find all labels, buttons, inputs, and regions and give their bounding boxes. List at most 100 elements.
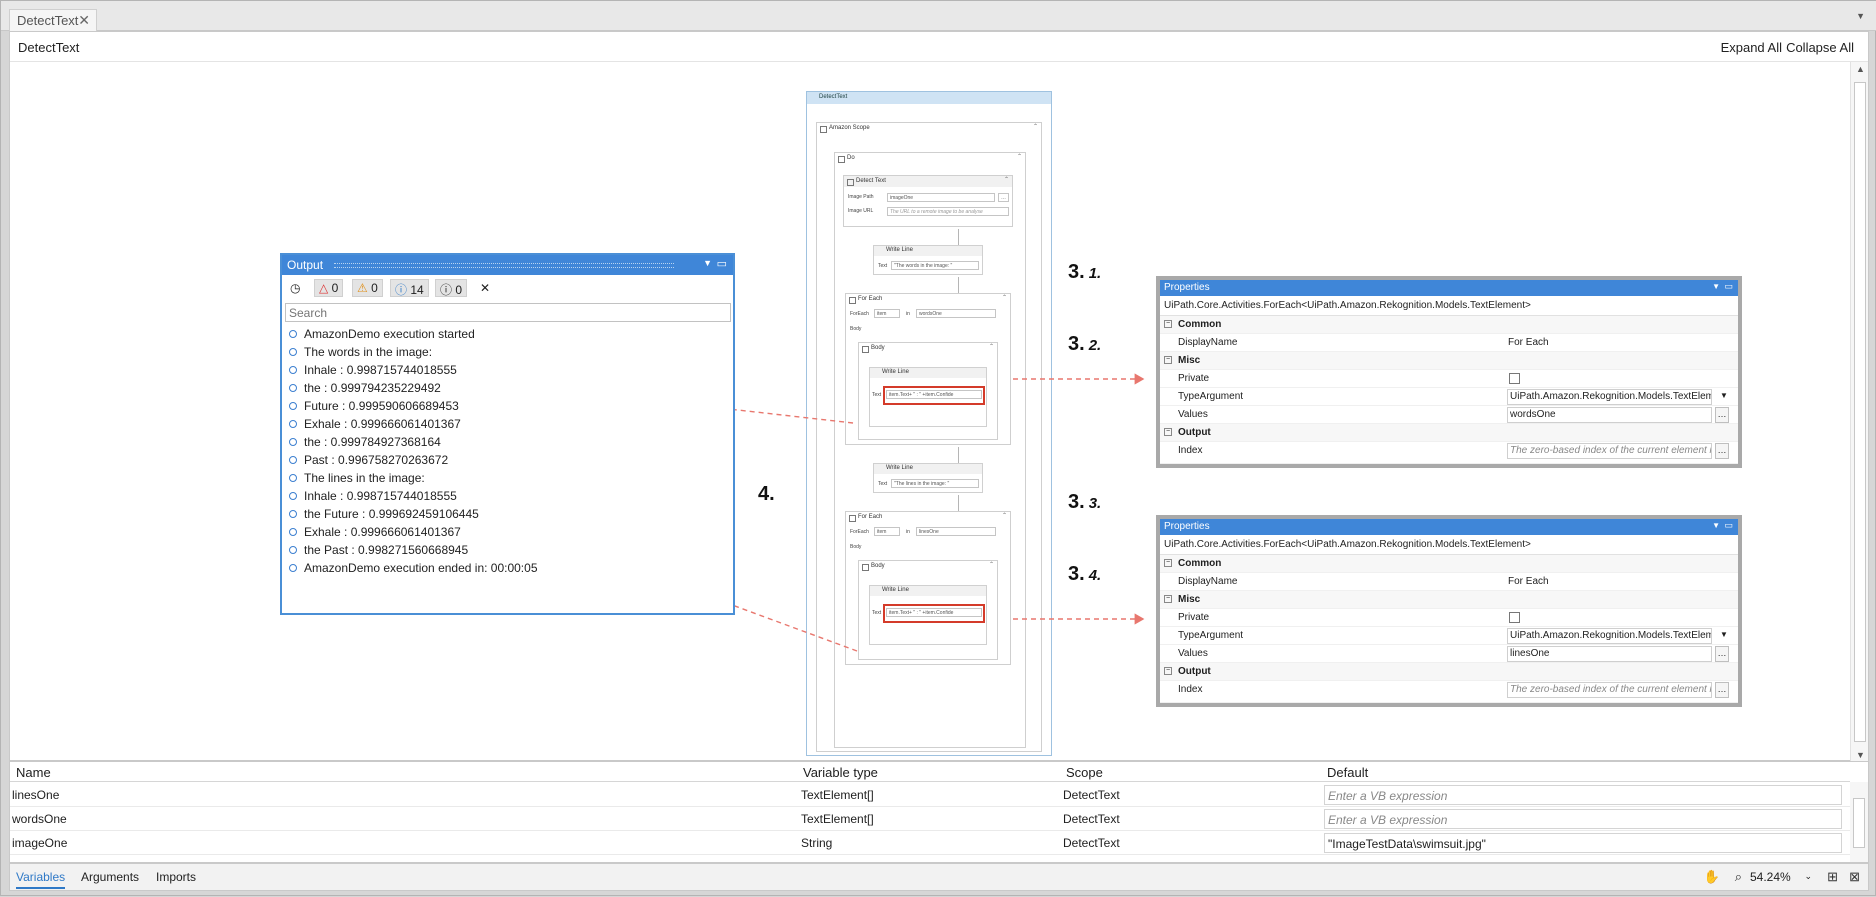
- collapse-toggle-icon[interactable]: −: [1164, 428, 1172, 436]
- collapse-toggle-icon[interactable]: −: [1164, 356, 1172, 364]
- index-input[interactable]: The zero-based index of the current elem…: [1507, 443, 1712, 459]
- log-line[interactable]: the Past : 0.998271560668945: [285, 541, 731, 559]
- variable-name[interactable]: imageOne: [12, 836, 67, 850]
- expand-all-button[interactable]: Expand All: [1721, 40, 1782, 55]
- log-line[interactable]: The lines in the image:: [285, 469, 731, 487]
- variable-scope[interactable]: DetectText: [1063, 812, 1120, 826]
- variable-default-input[interactable]: Enter a VB expression: [1324, 809, 1842, 829]
- collapse-toggle-icon[interactable]: −: [1164, 595, 1172, 603]
- properties-title-bar[interactable]: Properties ▼ ▭: [1160, 519, 1738, 535]
- overview-icon[interactable]: ⊠: [1849, 869, 1860, 885]
- collapse-icon[interactable]: ⌃: [989, 561, 994, 568]
- category-output[interactable]: − Output: [1160, 663, 1738, 681]
- chevron-down-icon[interactable]: ▼: [1720, 391, 1728, 400]
- write-line-activity[interactable]: Write Line Text "The words in the image:…: [873, 245, 983, 275]
- workflow-sequence[interactable]: DetectText Amazon Scope ⌃ Do ⌃ Detect Text…: [806, 91, 1052, 756]
- write-line-text-field[interactable]: "The words in the image: ": [891, 261, 979, 270]
- ellipsis-button[interactable]: …: [1715, 407, 1729, 423]
- values-input[interactable]: linesOne: [1507, 646, 1712, 662]
- collapse-icon[interactable]: ⌃: [1017, 153, 1022, 160]
- variable-name[interactable]: linesOne: [12, 788, 59, 802]
- amazon-scope[interactable]: Amazon Scope ⌃ Do ⌃ Detect Text ⌃ Image Pat…: [816, 122, 1042, 752]
- clock-icon[interactable]: ◷: [285, 279, 305, 297]
- log-line[interactable]: Past : 0.996758270263672: [285, 451, 731, 469]
- properties-panel-words[interactable]: Properties ▼ ▭ UiPath.Core.Activities.ForE…: [1156, 276, 1742, 468]
- variable-default-input[interactable]: "ImageTestData\swimsuit.jpg": [1324, 833, 1842, 853]
- item-field[interactable]: item: [874, 309, 900, 318]
- image-path-field[interactable]: imageOne: [887, 193, 995, 202]
- info-filter-button[interactable]: ⓘ 14: [390, 279, 429, 297]
- variable-type[interactable]: String: [801, 836, 832, 850]
- values-input[interactable]: wordsOne: [1507, 407, 1712, 423]
- variable-scope[interactable]: DetectText: [1063, 836, 1120, 850]
- collapse-icon[interactable]: ⌃: [1033, 123, 1038, 130]
- variable-row[interactable]: linesOne TextElement[] DetectText Enter …: [10, 783, 1850, 807]
- column-header-name[interactable]: Name: [16, 765, 51, 780]
- body-sequence[interactable]: Body ⌃ Write Line Text item.Text+ " : " +…: [858, 342, 998, 440]
- private-checkbox[interactable]: [1509, 373, 1520, 384]
- trace-filter-button[interactable]: ⓘ 0: [435, 279, 468, 297]
- chevron-down-icon[interactable]: ▼: [1720, 630, 1728, 639]
- item-field[interactable]: item: [874, 527, 900, 536]
- variable-scope[interactable]: DetectText: [1063, 788, 1120, 802]
- collapse-all-button[interactable]: Collapse All: [1786, 40, 1854, 55]
- variable-row[interactable]: imageOne String DetectText "ImageTestDat…: [10, 831, 1850, 855]
- tab-variables[interactable]: Variables: [16, 870, 66, 889]
- category-misc[interactable]: − Misc: [1160, 352, 1738, 370]
- fit-to-screen-icon[interactable]: ⊞: [1827, 869, 1838, 885]
- errors-filter-button[interactable]: △ 0: [314, 279, 344, 297]
- variable-type[interactable]: TextElement[]: [801, 788, 874, 802]
- log-line[interactable]: Exhale : 0.999666061401367: [285, 523, 731, 541]
- dropdown-icon[interactable]: ▼: [1712, 521, 1720, 530]
- ellipsis-button[interactable]: …: [1715, 443, 1729, 459]
- log-line[interactable]: Inhale : 0.998715744018555: [285, 487, 731, 505]
- designer-scrollbar[interactable]: ▲ ▼: [1850, 62, 1868, 762]
- write-line-text-field[interactable]: "The lines in the image: ": [891, 479, 979, 488]
- variable-row[interactable]: wordsOne TextElement[] DetectText Enter …: [10, 807, 1850, 831]
- drag-grip[interactable]: [334, 263, 674, 268]
- display-name-value[interactable]: For Each: [1508, 576, 1712, 587]
- dropdown-icon[interactable]: ▼: [703, 258, 712, 268]
- log-line[interactable]: the : 0.999794235229492: [285, 379, 731, 397]
- browse-button[interactable]: …: [998, 193, 1009, 202]
- variables-scrollbar[interactable]: [1850, 782, 1868, 862]
- collapse-icon[interactable]: ⌃: [989, 343, 994, 350]
- ellipsis-button[interactable]: …: [1715, 682, 1729, 698]
- output-search-input[interactable]: [285, 303, 731, 322]
- log-line[interactable]: the Future : 0.999692459106445: [285, 505, 731, 523]
- log-line[interactable]: AmazonDemo execution started: [285, 325, 731, 343]
- collapse-toggle-icon[interactable]: −: [1164, 559, 1172, 567]
- maximize-icon[interactable]: ▭: [717, 257, 727, 270]
- private-checkbox[interactable]: [1509, 612, 1520, 623]
- properties-title-bar[interactable]: Properties ▼ ▭: [1160, 280, 1738, 296]
- chevron-down-icon[interactable]: ⌄: [1804, 871, 1812, 882]
- document-tab[interactable]: DetectText ✕: [9, 9, 97, 31]
- collection-field[interactable]: wordsOne: [916, 309, 996, 318]
- tab-imports[interactable]: Imports: [156, 870, 196, 884]
- detect-text-activity[interactable]: Detect Text ⌃ Image Path imageOne … Image…: [843, 175, 1013, 227]
- properties-panel-lines[interactable]: Properties ▼ ▭ UiPath.Core.Activities.ForE…: [1156, 515, 1742, 707]
- scrollbar-thumb[interactable]: [1854, 82, 1866, 742]
- column-header-type[interactable]: Variable type: [803, 765, 878, 780]
- collapse-icon[interactable]: ⌃: [1002, 294, 1007, 301]
- log-line[interactable]: AmazonDemo execution ended in: 00:00:05: [285, 559, 731, 577]
- chevron-down-icon[interactable]: ▼: [1856, 11, 1865, 21]
- zoom-select[interactable]: 54.24% ⌄: [1746, 868, 1816, 886]
- output-panel[interactable]: Output ▼ ▭ ◷ △ 0 ⚠ 0 ⓘ 14 ⓘ 0 ✕ AmazonDe…: [280, 253, 735, 615]
- log-line[interactable]: Inhale : 0.998715744018555: [285, 361, 731, 379]
- scroll-down-icon[interactable]: ▼: [1856, 750, 1865, 760]
- tab-arguments[interactable]: Arguments: [81, 870, 139, 884]
- log-line[interactable]: Future : 0.999590606689453: [285, 397, 731, 415]
- category-common[interactable]: − Common: [1160, 555, 1738, 573]
- category-common[interactable]: − Common: [1160, 316, 1738, 334]
- search-zoom-icon[interactable]: ⌕: [1735, 869, 1742, 885]
- type-argument-select[interactable]: UiPath.Amazon.Rekognition.Models.TextEle…: [1507, 389, 1712, 405]
- for-each-activity[interactable]: For Each ⌃ ForEach item in wordsOne Body …: [845, 293, 1011, 445]
- dropdown-icon[interactable]: ▼: [1712, 282, 1720, 291]
- log-line[interactable]: The words in the image:: [285, 343, 731, 361]
- warnings-filter-button[interactable]: ⚠ 0: [352, 279, 383, 297]
- do-sequence[interactable]: Do ⌃ Detect Text ⌃ Image Path imageOne … I…: [834, 152, 1026, 748]
- log-line[interactable]: Exhale : 0.999666061401367: [285, 415, 731, 433]
- maximize-icon[interactable]: ▭: [1724, 281, 1733, 292]
- collapse-toggle-icon[interactable]: −: [1164, 667, 1172, 675]
